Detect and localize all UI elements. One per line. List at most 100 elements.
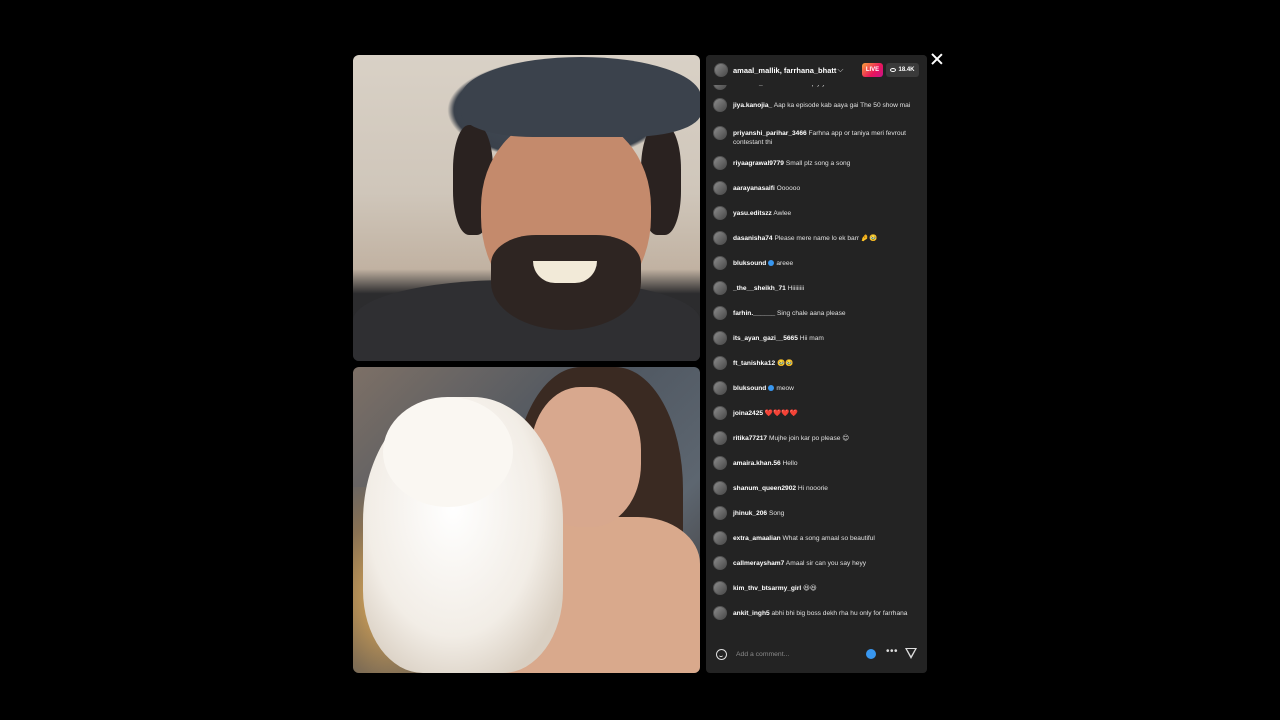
commenter-avatar[interactable] [713, 531, 727, 545]
comment-body: callmeraysham7 Amaal sir can you say hey… [733, 559, 866, 568]
comment-username[interactable]: yasu.editszz [733, 210, 772, 217]
commenter-avatar[interactable] [713, 456, 727, 470]
comment-username[interactable]: extra_amaalian [733, 535, 781, 542]
commenter-avatar[interactable] [713, 306, 727, 320]
verified-icon [768, 260, 775, 267]
comment-text: Hiiiiiiii [787, 285, 805, 292]
comment-body: bluksound areee [733, 259, 793, 268]
commenter-avatar[interactable] [713, 156, 727, 170]
commenter-avatar[interactable] [713, 606, 727, 620]
comment-username[interactable]: bluksound [733, 260, 766, 267]
kitten-head [383, 397, 513, 507]
comment-body: priyanshi_parihar_3466 Farhna app or tan… [733, 129, 921, 147]
commenter-avatar[interactable] [713, 506, 727, 520]
comment-row[interactable]: priyanshi_parihar_3466 Farhna app or tan… [713, 126, 921, 147]
comment-row[interactable]: bluksound areee [713, 256, 921, 270]
guest-video-bottom[interactable] [353, 367, 700, 673]
comment-row[interactable]: yasu.editszz Awlee [713, 206, 921, 220]
comments-list[interactable]: tomader_aamar Please reply yaar jiya.kano… [706, 83, 927, 631]
host-video-top[interactable] [353, 55, 700, 361]
commenter-avatar[interactable] [713, 281, 727, 295]
comment-row[interactable]: jhinuk_206 Song [713, 506, 921, 520]
commenter-avatar[interactable] [713, 231, 727, 245]
comment-username[interactable]: farhin.______ [733, 310, 775, 317]
commenter-avatar[interactable] [713, 256, 727, 270]
comment-username[interactable]: priyanshi_parihar_3466 [733, 130, 807, 137]
comment-body: yasu.editszz Awlee [733, 209, 791, 218]
comment-username[interactable]: dasanisha74 [733, 235, 773, 242]
comment-text: 🥹🥹 [777, 360, 794, 367]
comment-row[interactable]: farhin.______ Sing chale aana please [713, 306, 921, 320]
comment-body: amaira.khan.56 Hello [733, 459, 798, 468]
comment-body: kim_thv_btsarmy_girl 😆😆 [733, 584, 817, 593]
commenter-avatar[interactable] [713, 126, 727, 140]
comment-body: dasanisha74 Please mere name lo ek barr … [733, 234, 877, 243]
send-icon[interactable] [905, 648, 917, 659]
commenter-avatar[interactable] [713, 406, 727, 420]
comment-text: Aap ka episode kab aaya gai The 50 show … [773, 102, 911, 109]
viewer-count-badge[interactable]: 18.4K [886, 63, 919, 77]
comment-body: ft_tanishka12 🥹🥹 [733, 359, 793, 368]
comment-body: ritika77217 Mujhe join kar po please 😊 [733, 434, 849, 443]
comment-row[interactable]: amaira.khan.56 Hello [713, 456, 921, 470]
commenter-avatar[interactable] [713, 98, 727, 112]
comment-row[interactable]: kim_thv_btsarmy_girl 😆😆 [713, 581, 921, 595]
comment-text: Small plz song a song [785, 160, 851, 167]
comment-username[interactable]: callmeraysham7 [733, 560, 784, 567]
comment-body: farhin.______ Sing chale aana please [733, 309, 846, 318]
comment-username[interactable]: shanum_queen2902 [733, 485, 796, 492]
comment-text: 😆😆 [803, 585, 817, 592]
commenter-avatar[interactable] [713, 206, 727, 220]
viewer-count: 18.4K [898, 67, 915, 73]
comment-username[interactable]: its_ayan_gazi__5665 [733, 335, 798, 342]
comment-row[interactable]: riyaagrawal9779 Small plz song a song [713, 156, 921, 170]
commenter-avatar[interactable] [713, 181, 727, 195]
comment-row[interactable]: extra_amaalian What a song amaal so beau… [713, 531, 921, 545]
host-names[interactable]: amaal_mallik, farrhana_bhatt [733, 66, 836, 75]
comment-username[interactable]: kim_thv_btsarmy_girl [733, 585, 801, 592]
comment-input[interactable] [736, 650, 856, 658]
comment-username[interactable]: jhinuk_206 [733, 510, 767, 517]
comment-row[interactable]: joina2425 ❤️❤️❤️❤️ [713, 406, 921, 420]
comment-row[interactable]: bluksound meow [713, 381, 921, 395]
comment-text: Amaal sir can you say heyy [785, 560, 867, 567]
commenter-avatar[interactable] [713, 431, 727, 445]
commenter-avatar[interactable] [713, 356, 727, 370]
comment-username[interactable]: riyaagrawal9779 [733, 160, 784, 167]
commenter-avatar[interactable] [713, 481, 727, 495]
comment-row[interactable]: jiya.kanojia_ Aap ka episode kab aaya ga… [713, 98, 921, 112]
verified-icon [768, 385, 775, 392]
host-avatar[interactable] [714, 63, 728, 77]
comment-body: ankit_ingh5 abhi bhi big boss dekh rha h… [733, 609, 907, 618]
comment-username[interactable]: ankit_ingh5 [733, 610, 770, 617]
live-badge: LIVE [862, 63, 883, 77]
comment-username[interactable]: jiya.kanojia_ [733, 102, 772, 109]
comment-username[interactable]: ft_tanishka12 [733, 360, 775, 367]
comment-row[interactable]: its_ayan_gazi__5665 Hii mam [713, 331, 921, 345]
commenter-avatar[interactable] [713, 331, 727, 345]
more-icon[interactable]: ••• [886, 646, 898, 657]
comment-username[interactable]: bluksound [733, 385, 766, 392]
comment-row[interactable]: callmeraysham7 Amaal sir can you say hey… [713, 556, 921, 570]
comment-username[interactable]: _the__sheikh_71 [733, 285, 786, 292]
comment-row[interactable]: ankit_ingh5 abhi bhi big boss dekh rha h… [713, 606, 921, 620]
chevron-down-icon[interactable]: ⌵ [837, 65, 843, 75]
live-header: amaal_mallik, farrhana_bhatt ⌵ LIVE 18.4… [706, 55, 927, 85]
commenter-avatar[interactable] [713, 581, 727, 595]
smile-icon[interactable] [716, 648, 727, 660]
close-button[interactable] [929, 51, 945, 67]
comment-row[interactable]: aarayanasaifi Oooooo [713, 181, 921, 195]
comment-username[interactable]: ritika77217 [733, 435, 767, 442]
comment-row[interactable]: shanum_queen2902 Hi nooorie [713, 481, 921, 495]
comment-username[interactable]: amaira.khan.56 [733, 460, 781, 467]
commenter-avatar[interactable] [713, 381, 727, 395]
comment-username[interactable]: aarayanasaifi [733, 185, 775, 192]
comment-text: Hello [782, 460, 798, 467]
comment-row[interactable]: _the__sheikh_71 Hiiiiiiii [713, 281, 921, 295]
comment-username[interactable]: joina2425 [733, 410, 763, 417]
comment-row[interactable]: ft_tanishka12 🥹🥹 [713, 356, 921, 370]
comment-row[interactable]: dasanisha74 Please mere name lo ek barr … [713, 231, 921, 245]
commenter-avatar[interactable] [713, 556, 727, 570]
comment-body: riyaagrawal9779 Small plz song a song [733, 159, 850, 168]
comment-row[interactable]: ritika77217 Mujhe join kar po please 😊 [713, 431, 921, 445]
